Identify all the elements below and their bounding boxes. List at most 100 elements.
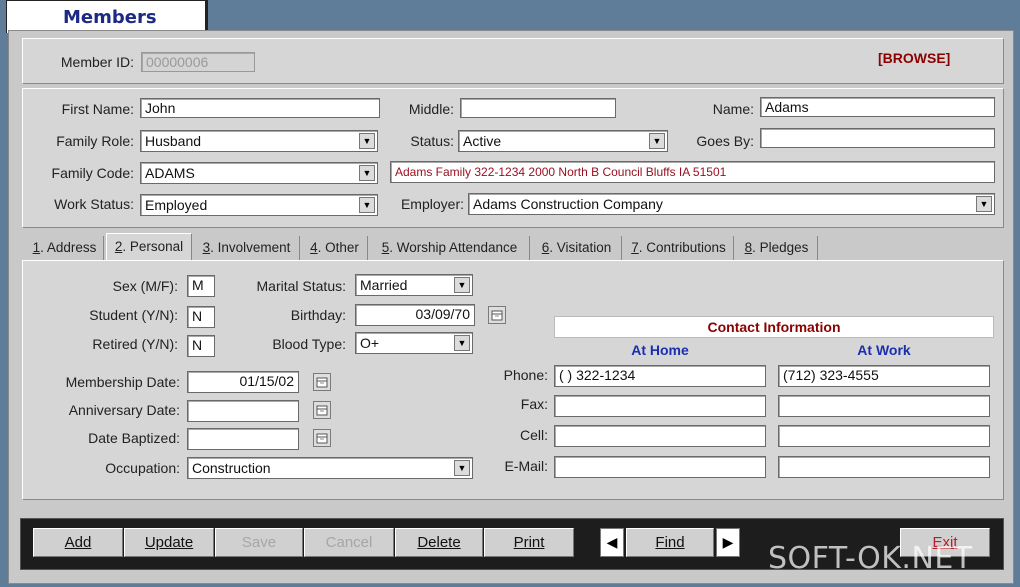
work-status-label: Work Status: xyxy=(54,196,134,212)
tab-personal[interactable]: 2. Personal xyxy=(106,233,192,261)
name-field[interactable]: Adams xyxy=(760,97,995,117)
tab-address[interactable]: 1. Address xyxy=(26,236,104,260)
find-button[interactable]: Find xyxy=(626,528,714,557)
tab-contributions-label: Contributions xyxy=(646,240,726,255)
status-select[interactable]: Active ▼ xyxy=(458,130,668,152)
tab-involvement[interactable]: 3. Involvement xyxy=(194,236,300,260)
find-previous-button[interactable]: ◀ xyxy=(600,528,624,557)
calendar-icon[interactable] xyxy=(313,373,331,391)
phone-home-field[interactable]: ( ) 322-1234 xyxy=(554,365,766,387)
tab-other-label: Other xyxy=(325,240,359,255)
tab-contributions-key: 7 xyxy=(631,240,639,255)
find-next-button[interactable]: ▶ xyxy=(716,528,740,557)
dropdown-arrow-icon[interactable]: ▼ xyxy=(359,165,375,181)
update-button[interactable]: Update xyxy=(124,528,214,557)
status-value: Active xyxy=(463,133,502,149)
dropdown-arrow-icon[interactable]: ▼ xyxy=(359,197,375,213)
family-role-value: Husband xyxy=(145,133,202,149)
first-name-field[interactable]: John xyxy=(140,98,380,118)
sex-label: Sex (M/F): xyxy=(112,278,178,294)
phone-work-field[interactable]: (712) 323-4555 xyxy=(778,365,990,387)
cell-label: Cell: xyxy=(519,427,548,443)
delete-button[interactable]: Delete xyxy=(395,528,483,557)
arrow-right-icon: ▶ xyxy=(722,534,734,550)
dropdown-arrow-icon[interactable]: ▼ xyxy=(359,133,375,149)
at-home-header: At Home xyxy=(631,342,689,358)
save-button[interactable]: Save xyxy=(215,528,303,557)
goes-by-label: Goes By: xyxy=(696,133,754,149)
cancel-button[interactable]: Cancel xyxy=(304,528,394,557)
tab-pledges-key: 8 xyxy=(744,240,753,255)
student-label: Student (Y/N): xyxy=(89,307,178,323)
work-status-select[interactable]: Employed ▼ xyxy=(140,194,378,216)
family-role-select[interactable]: Husband ▼ xyxy=(140,130,378,152)
email-work-field[interactable] xyxy=(778,456,990,478)
phone-label: Phone: xyxy=(503,367,548,383)
tab-worship-attendance[interactable]: 5. Worship Attendance xyxy=(370,236,530,260)
window-title: Members xyxy=(63,7,157,28)
dropdown-arrow-icon[interactable]: ▼ xyxy=(454,460,470,476)
window-title-tab: Members xyxy=(6,0,206,33)
status-label: Status: xyxy=(410,133,454,149)
name-label: Name: xyxy=(712,101,754,117)
sex-field[interactable]: M xyxy=(187,275,215,297)
tab-personal-label: Personal xyxy=(129,239,184,254)
tab-visitation[interactable]: 6. Visitation xyxy=(532,236,622,260)
fax-label: Fax: xyxy=(520,396,548,412)
fax-home-field[interactable] xyxy=(554,395,766,417)
calendar-icon[interactable] xyxy=(313,429,331,447)
membership-date-field[interactable]: 01/15/02 xyxy=(187,371,299,393)
occupation-select[interactable]: Construction ▼ xyxy=(187,457,473,479)
birthday-field[interactable]: 03/09/70 xyxy=(355,304,475,326)
add-button[interactable]: Add xyxy=(33,528,123,557)
employer-select[interactable]: Adams Construction Company ▼ xyxy=(468,193,995,215)
tab-other[interactable]: 4. Other xyxy=(302,236,368,260)
dropdown-arrow-icon[interactable]: ▼ xyxy=(976,196,992,212)
date-baptized-field[interactable] xyxy=(187,428,299,450)
tab-contributions[interactable]: 7. Contributions xyxy=(624,236,734,260)
marital-status-select[interactable]: Married ▼ xyxy=(355,274,473,296)
calendar-icon[interactable] xyxy=(488,306,506,324)
goes-by-field[interactable] xyxy=(760,128,995,148)
retired-label: Retired (Y/N): xyxy=(92,336,178,352)
tab-pledges-label: Pledges xyxy=(759,240,809,255)
dropdown-arrow-icon[interactable]: ▼ xyxy=(454,277,470,293)
tab-address-label: Address xyxy=(46,240,97,255)
member-id-field: 00000006 xyxy=(141,52,255,72)
print-button[interactable]: Print xyxy=(484,528,574,557)
membership-date-label: Membership Date: xyxy=(65,374,180,390)
anniversary-date-field[interactable] xyxy=(187,400,299,422)
blood-type-label: Blood Type: xyxy=(272,336,346,352)
calendar-icon[interactable] xyxy=(313,401,331,419)
occupation-value: Construction xyxy=(192,460,271,476)
tab-address-key: 1 xyxy=(32,240,41,255)
student-field[interactable]: N xyxy=(187,306,215,328)
watermark: SOFT-OK.NET xyxy=(768,541,973,576)
blood-type-select[interactable]: O+ ▼ xyxy=(355,332,473,354)
tab-other-key: 4 xyxy=(310,240,318,255)
contact-info-header: Contact Information xyxy=(554,316,994,338)
family-code-select[interactable]: ADAMS ▼ xyxy=(140,162,378,184)
retired-field[interactable]: N xyxy=(187,335,215,357)
employer-value: Adams Construction Company xyxy=(473,196,663,212)
cell-work-field[interactable] xyxy=(778,425,990,447)
work-status-value: Employed xyxy=(145,197,208,213)
employer-label: Employer: xyxy=(400,196,464,212)
dropdown-arrow-icon[interactable]: ▼ xyxy=(649,133,665,149)
first-name-label: First Name: xyxy=(61,101,134,117)
dropdown-arrow-icon[interactable]: ▼ xyxy=(454,335,470,351)
email-home-field[interactable] xyxy=(554,456,766,478)
birthday-label: Birthday: xyxy=(290,307,346,323)
tab-visitation-key: 6 xyxy=(541,240,550,255)
arrow-left-icon: ◀ xyxy=(606,534,618,550)
middle-field[interactable] xyxy=(460,98,616,118)
tab-visitation-label: Visitation xyxy=(556,240,612,255)
tab-personal-key: 2 xyxy=(114,239,123,254)
fax-work-field[interactable] xyxy=(778,395,990,417)
cell-home-field[interactable] xyxy=(554,425,766,447)
tab-worship-key: 5 xyxy=(381,240,390,255)
email-label: E-Mail: xyxy=(504,458,548,474)
tab-pledges[interactable]: 8. Pledges xyxy=(736,236,818,260)
family-address-display: Adams Family 322-1234 2000 North B Counc… xyxy=(390,161,995,183)
middle-label: Middle: xyxy=(408,101,454,117)
